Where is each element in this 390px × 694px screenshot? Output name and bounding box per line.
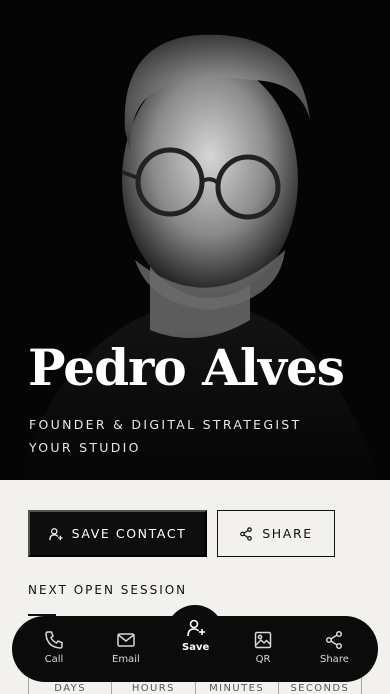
profile-portrait (0, 34, 390, 480)
dock-qr-label: QR (255, 654, 271, 665)
next-session-label: NEXT OPEN SESSION (28, 583, 188, 597)
share-label: SHARE (262, 526, 313, 541)
dock-call-label: Call (44, 654, 64, 665)
dock-email-label: Email (112, 654, 140, 665)
dock-save-label: Save (182, 642, 210, 653)
phone-icon (45, 631, 63, 649)
save-contact-label: SAVE CONTACT (71, 526, 187, 541)
dock-share-label: Share (320, 654, 349, 665)
dock-call-button[interactable]: Call (44, 630, 64, 665)
user-add-icon (48, 527, 63, 540)
share-icon (326, 630, 343, 650)
user-plus-icon (186, 619, 205, 637)
profile-company: YOUR STUDIO (29, 440, 141, 455)
profile-name: Pedro Alves (28, 338, 345, 397)
dock-email-button[interactable]: Email (112, 630, 140, 665)
share-button[interactable]: SHARE (217, 510, 335, 557)
dock-save-button[interactable]: Save (182, 618, 209, 653)
dock-qr-button[interactable]: QR (253, 630, 273, 665)
mail-icon (117, 633, 135, 647)
share-icon (240, 526, 253, 541)
dock-share-button[interactable]: Share (320, 630, 349, 665)
image-icon (254, 631, 272, 649)
hero-section: Pedro Alves FOUNDER & DIGITAL STRATEGIST… (0, 0, 390, 480)
profile-role: FOUNDER & DIGITAL STRATEGIST (29, 417, 302, 432)
save-contact-button[interactable]: SAVE CONTACT (28, 510, 207, 557)
